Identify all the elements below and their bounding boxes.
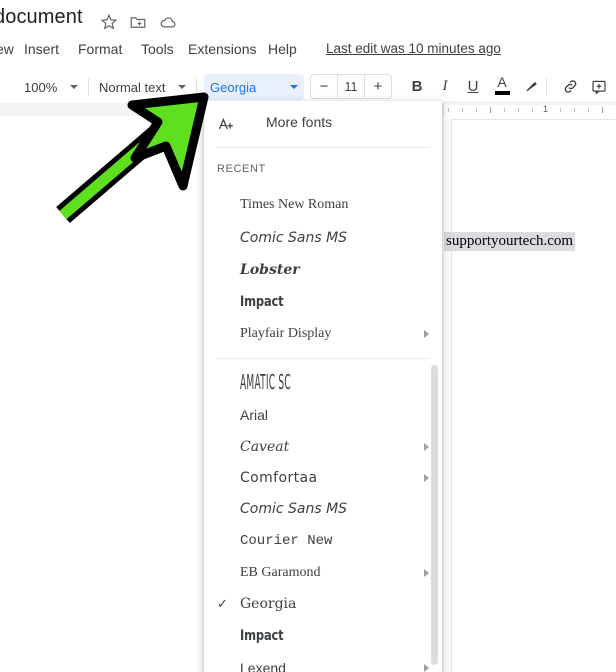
menu-divider xyxy=(216,147,430,148)
more-fonts-item[interactable]: More fonts xyxy=(204,106,442,138)
underline-button[interactable]: U xyxy=(460,74,486,99)
font-item-label: Georgia xyxy=(240,596,297,612)
document-title[interactable]: document xyxy=(0,6,83,29)
font-item-impact-recent[interactable]: Impact xyxy=(204,286,442,318)
font-family-dropdown[interactable]: Georgia xyxy=(204,74,304,100)
font-item-times-new-roman[interactable]: Times New Roman xyxy=(204,189,442,221)
star-icon[interactable] xyxy=(100,13,120,33)
more-fonts-label: More fonts xyxy=(266,114,333,130)
font-item-comic-sans-ms[interactable]: Comic Sans MS xyxy=(204,222,442,254)
font-item-label: Comic Sans MS xyxy=(240,230,348,246)
cloud-saved-icon[interactable] xyxy=(159,13,179,33)
font-item-caveat[interactable]: Caveat xyxy=(204,431,442,463)
formatting-toolbar: 100% Normal text Georgia − 11 + B I U A xyxy=(0,70,616,103)
checkmark-icon: ✓ xyxy=(217,596,228,611)
font-item-label: Arial xyxy=(240,407,269,423)
font-item-label: Impact xyxy=(240,628,284,644)
menu-item-extensions[interactable]: Extensions xyxy=(188,38,256,60)
menu-item-help[interactable]: Help xyxy=(268,38,297,60)
font-item-label: Impact xyxy=(240,294,284,310)
title-bar: document xyxy=(0,0,616,36)
zoom-level-value: 100% xyxy=(24,79,58,95)
add-font-icon xyxy=(217,115,235,133)
font-item-label: Courier New xyxy=(240,533,333,549)
recent-section-label: RECENT xyxy=(217,163,266,175)
menu-bar: ew Insert Format Tools Extensions Help L… xyxy=(0,38,616,62)
bold-button[interactable]: B xyxy=(404,74,430,99)
font-item-playfair-display[interactable]: Playfair Display xyxy=(204,318,442,350)
menu-item-insert[interactable]: Insert xyxy=(24,38,59,60)
font-family-menu: More fonts RECENT Times New Roman Comic … xyxy=(204,101,442,672)
ruler-major-label: 1 xyxy=(543,104,549,114)
font-item-label: Lobster xyxy=(240,262,300,278)
font-item-label: Caveat xyxy=(240,439,290,455)
font-item-label: Playfair Display xyxy=(240,326,332,341)
font-item-comfortaa[interactable]: Comfortaa xyxy=(204,462,442,494)
toolbar-divider xyxy=(88,78,89,96)
font-item-label: Comfortaa xyxy=(240,470,318,486)
text-color-button[interactable]: A xyxy=(489,74,515,100)
toolbar-divider xyxy=(546,78,547,96)
font-item-impact[interactable]: Impact xyxy=(204,620,442,652)
font-family-value: Georgia xyxy=(210,79,257,95)
font-item-courier-new[interactable]: Courier New xyxy=(204,525,442,557)
font-item-label: AMATIC SC xyxy=(240,371,291,395)
font-item-label: Comic Sans MS xyxy=(240,501,348,517)
menu-item-format[interactable]: Format xyxy=(78,38,122,60)
font-item-amatic-sc[interactable]: AMATIC SC xyxy=(204,367,442,399)
highlight-pen-icon[interactable] xyxy=(518,74,544,99)
move-to-folder-icon[interactable] xyxy=(129,13,149,33)
font-item-label: Times New Roman xyxy=(240,197,349,212)
link-icon[interactable] xyxy=(557,74,583,99)
chevron-down-icon xyxy=(290,85,298,89)
font-item-lobster[interactable]: Lobster xyxy=(204,254,442,286)
font-size-stepper[interactable]: − 11 + xyxy=(310,74,392,99)
text-color-letter: A xyxy=(497,74,507,90)
chevron-down-icon xyxy=(70,85,78,89)
decrease-font-size-button[interactable]: − xyxy=(311,75,337,98)
font-menu-scrollbar[interactable] xyxy=(431,365,438,665)
font-item-label: EB Garamond xyxy=(240,565,321,580)
chevron-down-icon xyxy=(178,85,186,89)
font-item-arial[interactable]: Arial xyxy=(204,399,442,431)
font-item-label: Lexend xyxy=(240,660,286,672)
menu-item-view[interactable]: ew xyxy=(0,38,14,60)
horizontal-ruler[interactable]: 1 xyxy=(444,104,616,116)
submenu-arrow-icon xyxy=(424,330,429,338)
google-docs-window: document ew Insert Format Tools Extensio… xyxy=(0,0,616,672)
paragraph-style-value: Normal text xyxy=(99,79,166,95)
text-color-swatch xyxy=(494,91,510,95)
selected-document-text[interactable]: supportyourtech.com xyxy=(444,232,576,251)
menu-divider xyxy=(216,358,430,359)
font-item-lexend[interactable]: Lexend xyxy=(204,652,442,672)
paragraph-style-dropdown[interactable]: Normal text xyxy=(95,74,190,100)
font-item-eb-garamond[interactable]: EB Garamond xyxy=(204,557,442,589)
font-item-comic-sans-ms-all[interactable]: Comic Sans MS xyxy=(204,493,442,525)
font-item-georgia[interactable]: ✓ Georgia xyxy=(204,588,442,620)
submenu-arrow-icon xyxy=(424,664,429,672)
italic-button[interactable]: I xyxy=(432,74,458,99)
document-page[interactable]: supportyourtech.com xyxy=(444,120,616,672)
submenu-arrow-icon xyxy=(424,569,429,577)
increase-font-size-button[interactable]: + xyxy=(365,75,391,98)
add-comment-icon[interactable] xyxy=(586,74,612,99)
zoom-level-dropdown[interactable]: 100% xyxy=(20,74,82,100)
submenu-arrow-icon xyxy=(424,474,429,482)
last-edit-status[interactable]: Last edit was 10 minutes ago xyxy=(326,38,501,60)
menu-item-tools[interactable]: Tools xyxy=(141,38,174,60)
toolbar-divider xyxy=(196,78,197,96)
submenu-arrow-icon xyxy=(424,443,429,451)
font-size-input[interactable]: 11 xyxy=(338,80,364,94)
